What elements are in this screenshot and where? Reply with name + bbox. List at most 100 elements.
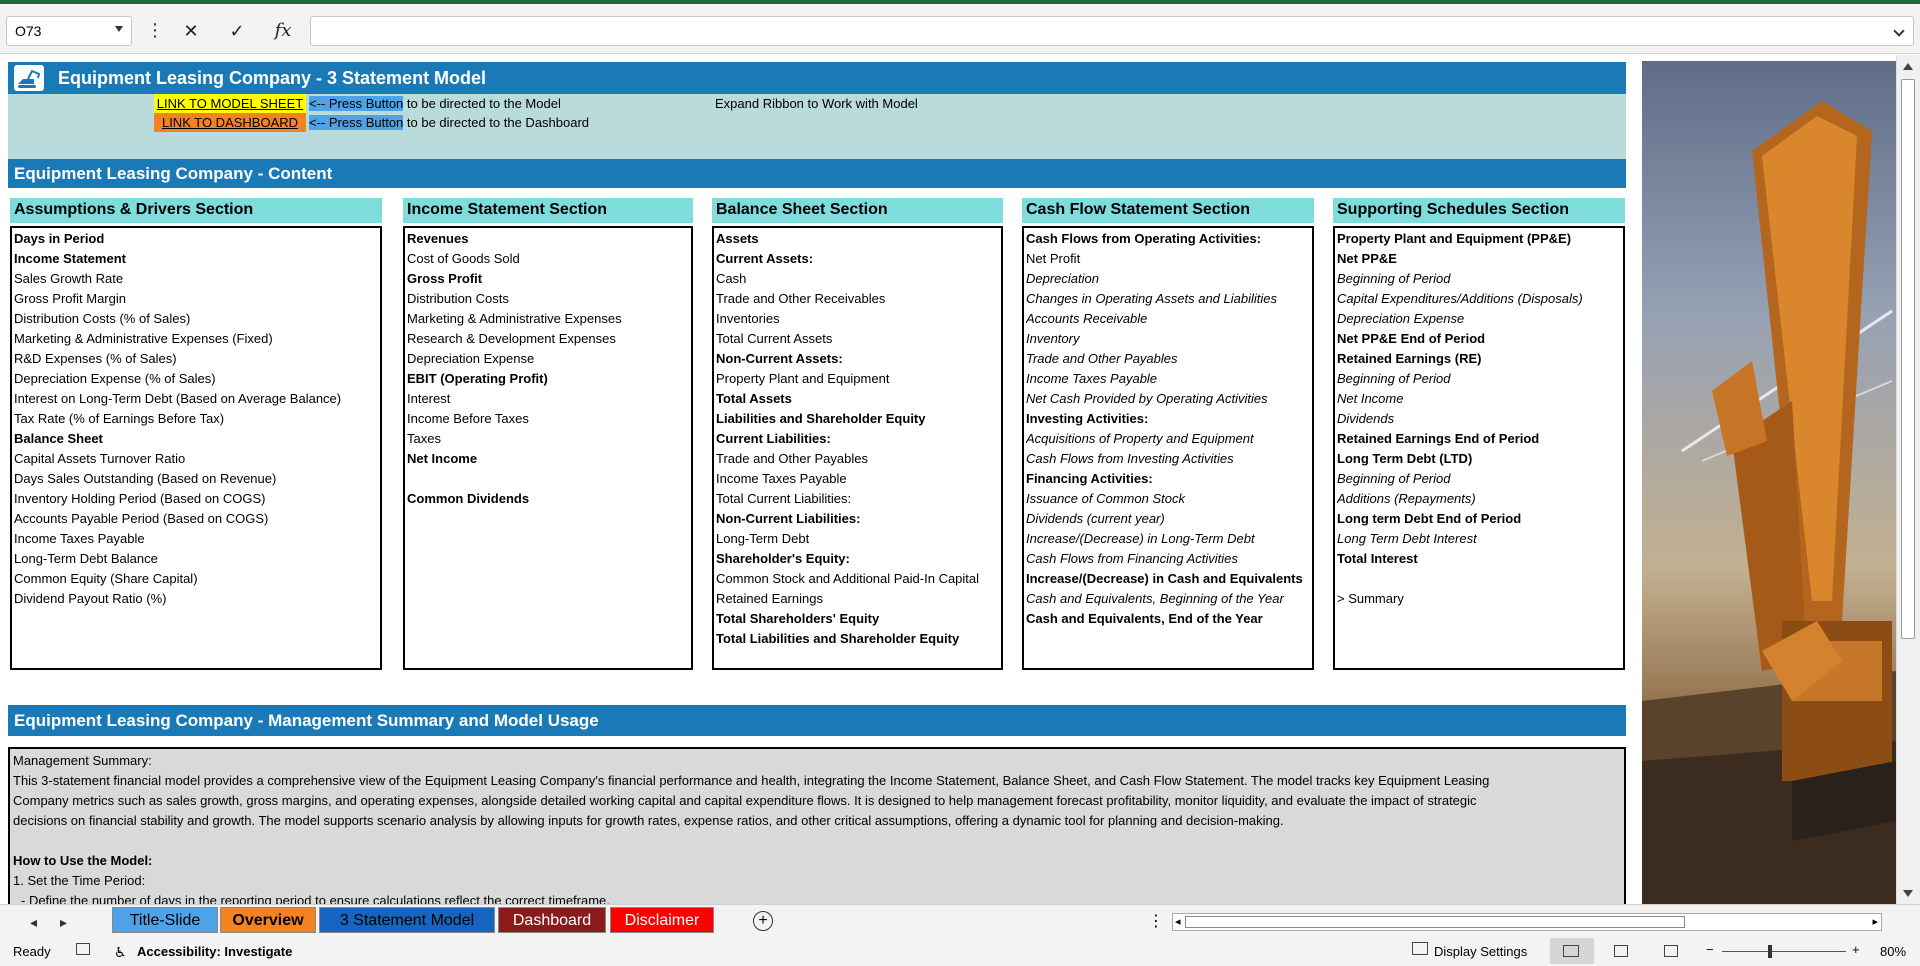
cash-flow-list: Cash Flows from Operating Activities: Net… [1022,226,1314,670]
vertical-scrollbar[interactable] [1896,55,1920,905]
formula-bar: O73 ⋮ ✕ ✓ fx [0,4,1920,54]
list-item: Cash and Equivalents, Beginning of the Y… [1026,591,1284,606]
list-item: Total Liabilities and Shareholder Equity [716,631,960,646]
summary-spacer [13,831,1621,851]
horizontal-scroll-thumb[interactable] [1185,916,1685,928]
status-ready: Ready [13,944,51,959]
list-item: Long Term Debt (LTD) [1337,451,1473,466]
page-title: Equipment Leasing Company - 3 Statement … [58,68,487,88]
list-item: Income Taxes Payable [14,531,145,546]
list-item: Cash Flows from Operating Activities: [1026,231,1262,246]
list-item: Inventories [716,311,780,326]
vertical-scroll-thumb[interactable] [1901,79,1915,639]
list-item: Distribution Costs [407,291,509,306]
prev-sheet-icon[interactable]: ◂ [30,914,37,931]
tab-3-statement-model[interactable]: 3 Statement Model [319,907,495,933]
list-item: Days Sales Outstanding (Based on Revenue… [14,471,277,486]
link-to-dashboard-button[interactable]: LINK TO DASHBOARD [154,113,306,132]
more-options-icon[interactable]: ⋮ [146,20,164,40]
next-sheet-icon[interactable]: ▸ [60,914,67,931]
accessibility-icon[interactable]: ♿ [114,944,127,961]
summary-label: Management Summary: [13,753,152,768]
add-sheet-button[interactable]: + [753,911,773,931]
how-to-title: How to Use the Model: [13,853,153,868]
note-prefix-tail: on [388,115,404,130]
note-rest: to be directed to the Dashboard [403,115,590,130]
zoom-slider-track[interactable] [1722,951,1846,952]
list-item: Income Statement [14,251,126,266]
note-prefix: <-- Press Butt [309,115,389,130]
list-item: Days in Period [14,231,105,246]
scroll-left-icon[interactable]: ◂ [1175,915,1181,928]
list-item: Income Before Taxes [407,411,529,426]
scroll-down-icon[interactable] [1903,890,1913,897]
supporting-schedules-list: Property Plant and Equipment (PP&E) Net P… [1333,226,1625,670]
tab-options-icon[interactable]: ⋮ [1148,911,1164,931]
cancel-icon[interactable]: ✕ [176,18,206,44]
tab-title-slide[interactable]: Title-Slide [112,907,218,933]
accessibility-status[interactable]: Accessibility: Investigate [137,944,292,959]
list-item: Marketing & Administrative Expenses [407,311,622,326]
excavator-logo-icon [14,65,44,91]
tab-disclaimer[interactable]: Disclaimer [610,907,714,933]
summary-line-2: Company metrics such as sales growth, gr… [13,793,1477,808]
enter-icon[interactable]: ✓ [222,18,252,44]
expand-formula-bar-icon[interactable] [1893,25,1905,37]
list-item: Research & Development Expenses [407,331,616,346]
section-header-cashflow: Cash Flow Statement Section [1022,198,1314,223]
macro-record-icon[interactable] [76,943,90,955]
list-item [1337,569,1621,589]
name-box-value: O73 [15,23,42,39]
list-item: Beginning of Period [1337,371,1451,386]
how-to-step-1: 1. Set the Time Period: [13,873,146,888]
list-item: Beginning of Period [1337,271,1451,286]
tab-dashboard[interactable]: Dashboard [498,907,606,933]
name-box[interactable]: O73 [6,16,132,46]
sheet-tab-bar: ◂ ▸ Title-Slide Overview 3 Statement Mod… [0,904,1920,936]
scroll-up-icon[interactable] [1903,63,1913,70]
list-item: Dividends (current year) [1026,511,1165,526]
zoom-out-button[interactable]: − [1706,942,1714,957]
list-item: Income Taxes Payable [1026,371,1158,386]
list-item: Trade and Other Payables [1026,351,1178,366]
list-item: Assets [716,231,759,246]
formula-input[interactable] [310,16,1914,46]
zoom-slider-handle[interactable] [1768,945,1772,958]
list-item: Long-Term Debt [716,531,810,546]
expand-ribbon-note: Expand Ribbon to Work with Model [715,96,918,111]
list-item: Inventory Holding Period (Based on COGS) [14,491,266,506]
tab-overview[interactable]: Overview [220,907,316,933]
page-layout-icon[interactable] [1614,945,1628,957]
list-item: Net Income [407,451,478,466]
section-header-schedules: Supporting Schedules Section [1333,198,1625,223]
zoom-in-button[interactable]: + [1852,942,1860,957]
list-item: Cash Flows from Investing Activities [1026,451,1234,466]
page-break-icon[interactable] [1664,945,1678,957]
list-item: Accounts Receivable [1026,311,1148,326]
list-item: Investing Activities: [1026,411,1149,426]
list-item: Total Shareholders' Equity [716,611,880,626]
list-item: Total Current Liabilities: [716,491,852,506]
list-item: Acquisitions of Property and Equipment [1026,431,1254,446]
list-item: Marketing & Administrative Expenses (Fix… [14,331,273,346]
list-item: Net Profit [1026,251,1081,266]
display-settings-button[interactable]: Display Settings [1434,944,1527,959]
list-item: Accounts Payable Period (Based on COGS) [14,511,269,526]
list-item: Trade and Other Payables [716,451,868,466]
link-to-model-button[interactable]: LINK TO MODEL SHEET [154,94,306,113]
horizontal-scrollbar[interactable]: ◂ ▸ [1172,913,1882,931]
list-item: Capital Expenditures/Additions (Disposal… [1337,291,1583,306]
worksheet-grid[interactable]: Equipment Leasing Company - 3 Statement … [0,55,1900,904]
list-item: Increase/(Decrease) in Long-Term Debt [1026,531,1255,546]
insert-function-icon[interactable]: fx [268,18,298,44]
list-item: Total Assets [716,391,792,406]
section-header-balance: Balance Sheet Section [712,198,1003,223]
list-item: Cash [716,271,747,286]
list-item: Total Interest [1337,551,1418,566]
chevron-down-icon[interactable] [115,26,123,32]
zoom-level[interactable]: 80% [1880,944,1906,959]
scroll-right-icon[interactable]: ▸ [1872,915,1878,928]
display-settings-icon[interactable] [1412,942,1428,955]
section-header-assumptions: Assumptions & Drivers Section [10,198,382,223]
list-item: Capital Assets Turnover Ratio [14,451,186,466]
